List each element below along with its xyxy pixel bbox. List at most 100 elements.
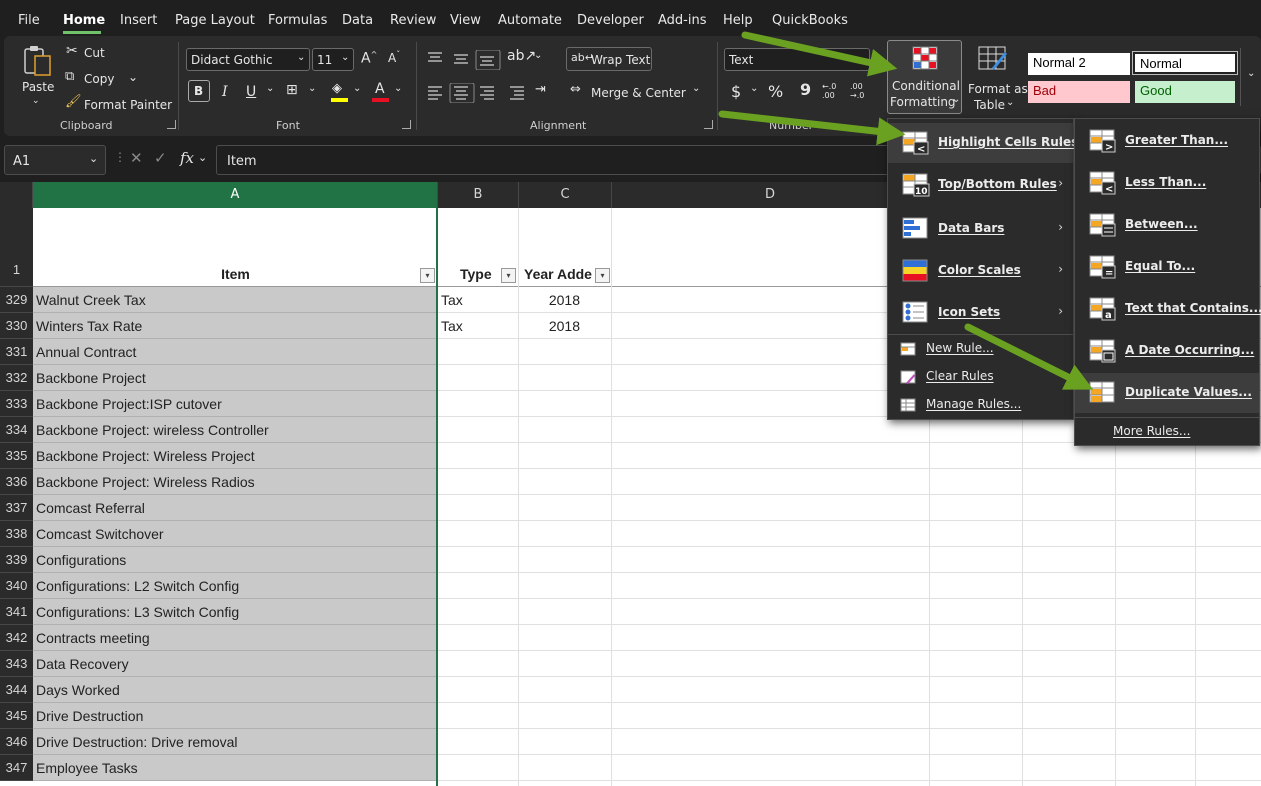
style-good[interactable]: Good — [1135, 81, 1235, 103]
row-header[interactable]: 337 — [0, 495, 33, 521]
header-cell-type[interactable]: Type ▾ — [438, 208, 519, 287]
chevron-down-icon[interactable]: ⌄ — [692, 83, 700, 94]
tab-formulas[interactable]: Formulas — [268, 13, 327, 28]
row-header[interactable]: 347 — [0, 755, 33, 781]
comma-style-button[interactable]: 9 — [800, 80, 811, 99]
number-format-dropdown[interactable]: Text — [724, 48, 870, 71]
clipboard-launcher-icon[interactable] — [167, 120, 176, 129]
horizontal-align-icons[interactable] — [426, 83, 534, 103]
row-header[interactable]: 345 — [0, 703, 33, 729]
cell-item[interactable]: Backbone Project: Wireless Project — [33, 443, 438, 469]
chevron-down-icon[interactable]: ⌄ — [353, 83, 361, 94]
filter-dropdown-icon[interactable]: ▾ — [420, 268, 435, 283]
column-header-d[interactable]: D — [612, 182, 929, 208]
tab-review[interactable]: Review — [390, 13, 436, 28]
tab-file[interactable]: File — [18, 13, 40, 28]
cell-item[interactable]: Employee Tasks — [33, 755, 438, 781]
tab-home[interactable]: Home — [63, 13, 105, 28]
row-header[interactable]: 336 — [0, 469, 33, 495]
wrap-text-button[interactable]: ab↵ Wrap Text — [566, 47, 652, 71]
merge-center-icon[interactable]: ⇔ — [570, 82, 581, 97]
cell-year-added[interactable]: 2018 — [519, 287, 580, 313]
copy-icon[interactable]: ⧉ — [65, 69, 74, 84]
submenu-item-less-than[interactable]: < Less Than... — [1075, 163, 1259, 203]
row-header[interactable]: 330 — [0, 313, 33, 339]
alignment-launcher-icon[interactable] — [704, 120, 713, 129]
chevron-down-icon[interactable]: ⌄ — [128, 70, 138, 84]
row-header[interactable]: 342 — [0, 625, 33, 651]
cell-item[interactable]: Data Recovery — [33, 651, 438, 677]
cell-year-added[interactable]: 2018 — [519, 313, 580, 339]
header-cell-year-added[interactable]: Year Adde ▾ — [519, 208, 612, 287]
borders-icon[interactable]: ⊞ — [286, 82, 298, 98]
tab-insert[interactable]: Insert — [120, 13, 157, 28]
row-header[interactable]: 346 — [0, 729, 33, 755]
cell-item[interactable]: Winters Tax Rate — [33, 313, 438, 339]
submenu-item-greater-than[interactable]: > Greater Than... — [1075, 121, 1259, 161]
menu-item-color-scales[interactable]: Color Scales › — [888, 251, 1073, 291]
menu-item-data-bars[interactable]: Data Bars › — [888, 209, 1073, 249]
style-normal-2[interactable]: Normal 2 — [1028, 53, 1130, 75]
merge-center-button[interactable]: Merge & Center — [591, 86, 686, 100]
increase-font-size-button[interactable]: A^ — [361, 50, 377, 67]
cancel-entry-icon[interactable]: ✕ — [130, 149, 143, 167]
font-color-button[interactable]: A — [371, 81, 391, 103]
row-header[interactable]: 339 — [0, 547, 33, 573]
cell-type[interactable]: Tax — [441, 313, 463, 339]
submenu-item-between[interactable]: Between... — [1075, 205, 1259, 245]
row-header[interactable]: 340 — [0, 573, 33, 599]
cell-item[interactable]: Backbone Project — [33, 365, 438, 391]
column-header-c[interactable]: C — [519, 182, 612, 208]
styles-more-button[interactable]: ⌄ — [1240, 48, 1261, 106]
filter-dropdown-icon[interactable]: ▾ — [595, 268, 610, 283]
format-painter-button[interactable]: Format Painter — [84, 98, 172, 112]
submenu-item-text-that-contains[interactable]: a Text that Contains... — [1075, 289, 1261, 329]
cut-icon[interactable]: ✂ — [66, 43, 78, 59]
underline-button[interactable]: U — [246, 84, 256, 100]
chevron-down-icon[interactable]: ⌄ — [534, 50, 542, 61]
font-name-dropdown[interactable]: Didact Gothic ⌄ — [186, 48, 310, 71]
select-all-corner[interactable] — [0, 182, 33, 208]
header-cell-item[interactable]: Item ▾ — [33, 208, 438, 287]
cell-item[interactable]: Contracts meeting — [33, 625, 438, 651]
tab-add-ins[interactable]: Add-ins — [658, 13, 706, 28]
cut-button[interactable]: Cut — [84, 46, 105, 60]
row-header[interactable]: 335 — [0, 443, 33, 469]
column-header-a[interactable]: A — [33, 182, 438, 208]
menu-item-more-rules[interactable]: More Rules... — [1075, 418, 1259, 446]
menu-item-highlight-cells-rules[interactable]: < Highlight Cells Rules › — [888, 123, 1078, 163]
style-normal[interactable]: Normal — [1132, 51, 1238, 75]
fill-color-button[interactable]: ◈ — [330, 81, 350, 103]
menu-item-new-rule[interactable]: New Rule... — [888, 335, 1073, 363]
style-bad[interactable]: Bad — [1028, 81, 1130, 103]
cell-item[interactable]: Backbone Project:ISP cutover — [33, 391, 438, 417]
accounting-format-button[interactable]: $ — [731, 82, 741, 101]
decrease-font-size-button[interactable]: Aˇ — [388, 50, 400, 65]
menu-item-top-bottom-rules[interactable]: 10 Top/Bottom Rules › — [888, 165, 1073, 205]
cell-item[interactable]: Configurations: L2 Switch Config — [33, 573, 438, 599]
row-header[interactable]: 338 — [0, 521, 33, 547]
submenu-item-duplicate-values[interactable]: Duplicate Values... — [1075, 373, 1259, 413]
row-header[interactable]: 333 — [0, 391, 33, 417]
italic-button[interactable]: I — [222, 84, 228, 100]
tab-view[interactable]: View — [450, 13, 481, 28]
menu-item-manage-rules[interactable]: Manage Rules... — [888, 391, 1073, 419]
row-header[interactable]: 343 — [0, 651, 33, 677]
insert-function-button[interactable]: fx — [180, 149, 194, 167]
chevron-down-icon[interactable]: ⌄ — [198, 151, 207, 164]
format-painter-icon[interactable]: 🖌 — [65, 94, 82, 109]
cell-item[interactable]: Comcast Switchover — [33, 521, 438, 547]
percent-style-button[interactable]: % — [768, 82, 783, 101]
chevron-down-icon[interactable]: ⌄ — [750, 83, 758, 94]
cell-item[interactable]: Annual Contract — [33, 339, 438, 365]
cell-item[interactable]: Comcast Referral — [33, 495, 438, 521]
submenu-item-equal-to[interactable]: = Equal To... — [1075, 247, 1259, 287]
copy-button[interactable]: Copy — [84, 72, 114, 86]
tab-developer[interactable]: Developer — [577, 13, 644, 28]
cell-item[interactable]: Configurations — [33, 547, 438, 573]
decrease-decimal-button[interactable]: .00 →.0 — [850, 82, 874, 100]
indent-icon[interactable]: ⇥ — [535, 82, 546, 97]
tab-data[interactable]: Data — [342, 13, 373, 28]
cell-item[interactable]: Walnut Creek Tax — [33, 287, 438, 313]
chevron-down-icon[interactable]: ⌄ — [308, 83, 316, 94]
